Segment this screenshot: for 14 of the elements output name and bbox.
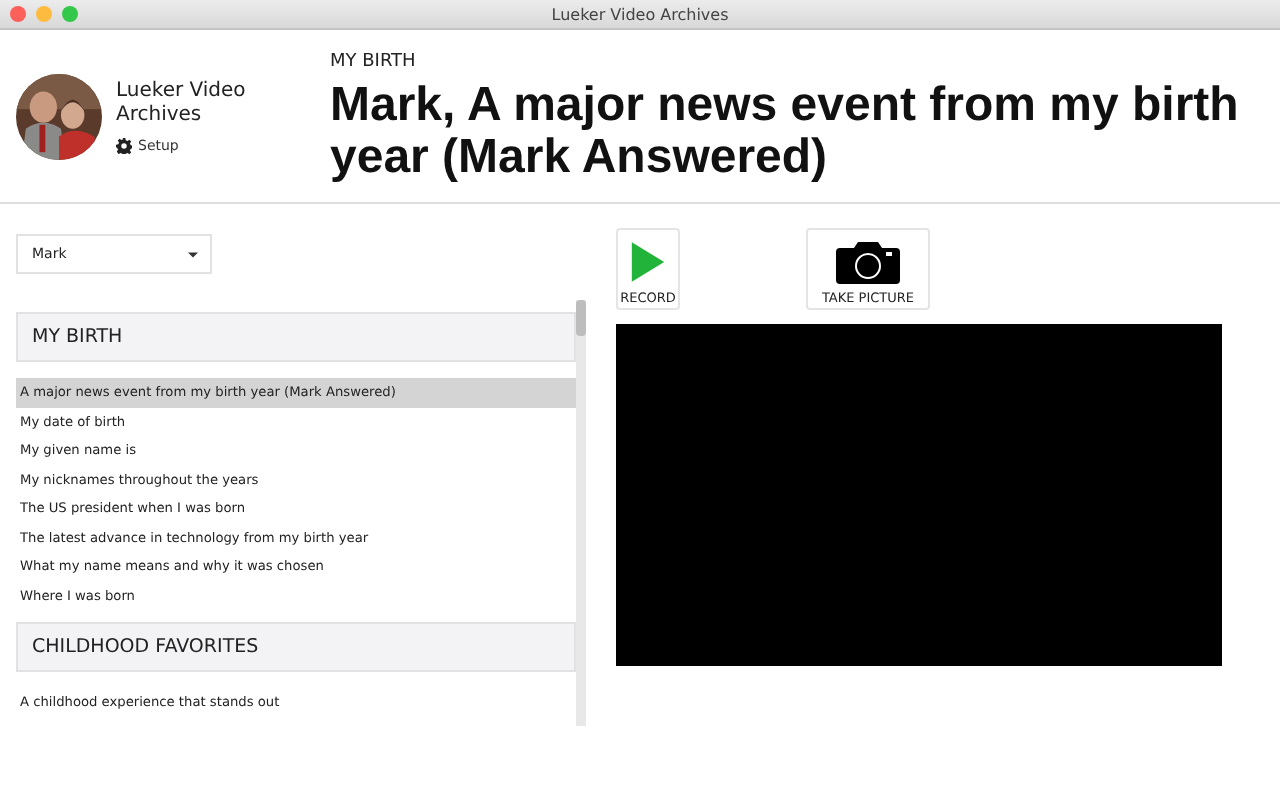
window-title: Lueker Video Archives (551, 5, 729, 23)
close-icon[interactable] (10, 6, 26, 22)
scrollbar[interactable] (576, 300, 586, 726)
settings-icon (116, 137, 132, 153)
maximize-icon[interactable] (62, 6, 78, 22)
minimize-icon[interactable] (36, 6, 52, 22)
caret-icon (188, 251, 198, 257)
section-header: MY BIRTH (16, 312, 576, 362)
section-header: CHILDHOOD FAVORITES (16, 622, 576, 672)
camera-icon (836, 240, 900, 284)
question-title: Mark, A major news event from my birth year (Mark Answered) (330, 80, 1241, 184)
play-icon (630, 240, 666, 284)
section-label: MY BIRTH (330, 52, 418, 72)
app-name: Lueker Video Archives (116, 79, 248, 127)
